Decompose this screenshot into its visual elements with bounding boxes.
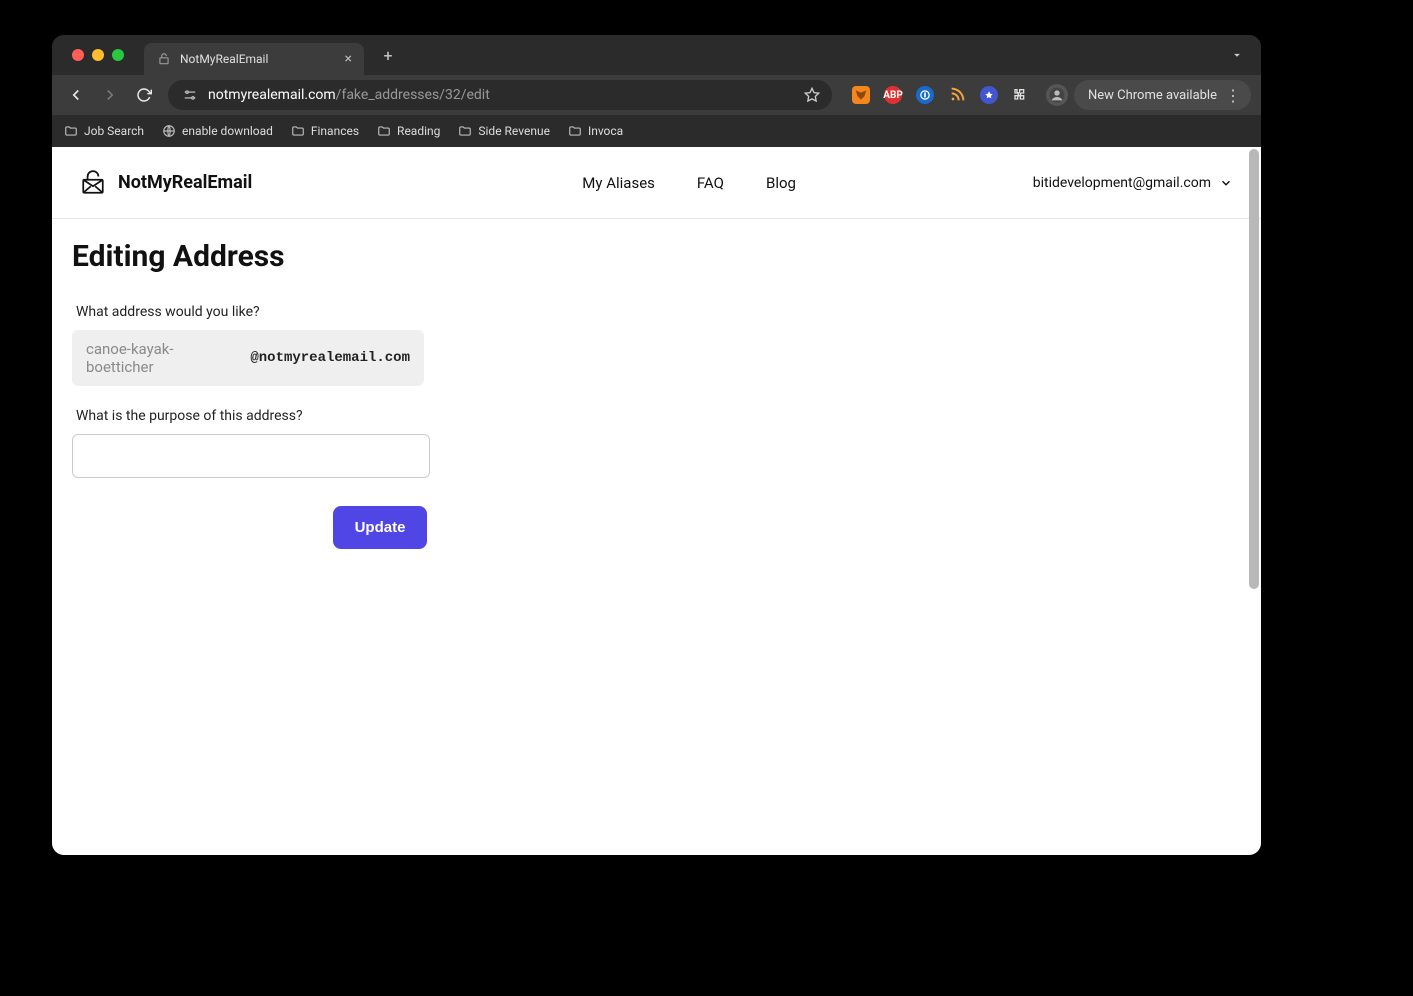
folder-icon [64,124,78,138]
extensions-puzzle-icon[interactable] [1012,86,1030,104]
address-field-group: What address would you like? canoe-kayak… [72,304,1241,386]
bookmark-star-icon[interactable] [804,87,820,103]
form-content: Editing Address What address would you l… [52,219,1261,569]
globe-icon [162,124,176,138]
alias-value: canoe-kayak-boetticher [86,340,238,376]
purpose-label: What is the purpose of this address? [76,408,1241,424]
nav-my-aliases[interactable]: My Aliases [582,174,655,192]
purpose-input[interactable] [72,434,430,478]
bookmark-label: Invoca [588,124,623,138]
brand-logo[interactable]: NotMyRealEmail [80,170,252,196]
close-window-button[interactable] [72,49,84,61]
alias-input-readonly: canoe-kayak-boetticher @notmyrealemail.c… [72,330,424,386]
bookmark-side-revenue[interactable]: Side Revenue [458,124,550,138]
brand-name: NotMyRealEmail [118,172,252,193]
address-label: What address would you like? [76,304,1241,320]
tab-overflow-button[interactable] [1225,43,1249,67]
bookmark-label: Reading [397,124,440,138]
chevron-down-icon [1219,176,1233,190]
page-title: Editing Address [72,239,1241,274]
kebab-menu-icon[interactable]: ⋮ [1225,86,1241,105]
address-bar[interactable]: notmyrealemail.com/fake_addresses/32/edi… [168,80,832,110]
window-controls [72,49,124,61]
bookmark-reading[interactable]: Reading [377,124,440,138]
nav-faq[interactable]: FAQ [697,174,724,192]
new-tab-button[interactable]: + [374,41,402,69]
extension-abp-icon[interactable]: ABP [884,86,902,104]
browser-toolbar: notmyrealemail.com/fake_addresses/32/edi… [52,75,1261,115]
bookmark-job-search[interactable]: Job Search [64,124,144,138]
browser-window: NotMyRealEmail × + notmyrealemail.com/fa… [52,35,1261,855]
extension-generic-icon[interactable] [980,86,998,104]
bookmark-label: Finances [311,124,359,138]
chrome-update-label: New Chrome available [1088,88,1217,103]
tab-title: NotMyRealEmail [180,52,337,66]
account-menu[interactable]: bitidevelopment@gmail.com [1033,175,1233,191]
site-settings-icon[interactable] [180,85,200,105]
profile-avatar[interactable] [1046,84,1068,106]
scrollbar[interactable] [1249,149,1259,589]
folder-icon [377,124,391,138]
bookmark-finances[interactable]: Finances [291,124,359,138]
extension-metamask-icon[interactable] [852,86,870,104]
submit-row: Update [72,506,688,549]
bookmark-label: Side Revenue [478,124,550,138]
reload-button[interactable] [130,81,158,109]
extension-icons: ABP [842,86,1040,104]
folder-icon [291,124,305,138]
extension-onepassword-icon[interactable] [916,86,934,104]
bookmark-label: Job Search [84,124,144,138]
chrome-update-button[interactable]: New Chrome available ⋮ [1074,80,1251,110]
tab-bar: NotMyRealEmail × + [52,35,1261,75]
app-header: NotMyRealEmail My Aliases FAQ Blog bitid… [52,147,1261,219]
back-button[interactable] [62,81,90,109]
bookmarks-bar: Job Search enable download Finances Read… [52,115,1261,147]
browser-tab[interactable]: NotMyRealEmail × [144,43,364,75]
bookmark-label: enable download [182,124,273,138]
forward-button[interactable] [96,81,124,109]
url-text: notmyrealemail.com/fake_addresses/32/edi… [208,87,796,103]
bookmark-enable-download[interactable]: enable download [162,124,273,138]
folder-icon [458,124,472,138]
bookmark-invoca[interactable]: Invoca [568,124,623,138]
nav-blog[interactable]: Blog [766,174,796,192]
tab-favicon-icon [156,51,172,67]
account-email: bitidevelopment@gmail.com [1033,175,1211,191]
page-content: NotMyRealEmail My Aliases FAQ Blog bitid… [52,147,1261,855]
main-nav: My Aliases FAQ Blog [582,174,796,192]
alias-domain-suffix: @notmyrealemail.com [250,350,410,366]
folder-icon [568,124,582,138]
close-tab-icon[interactable]: × [345,51,352,67]
extension-rss-icon[interactable] [948,86,966,104]
minimize-window-button[interactable] [92,49,104,61]
maximize-window-button[interactable] [112,49,124,61]
logo-icon [80,170,106,196]
update-button[interactable]: Update [333,506,428,549]
purpose-field-group: What is the purpose of this address? [72,408,1241,478]
